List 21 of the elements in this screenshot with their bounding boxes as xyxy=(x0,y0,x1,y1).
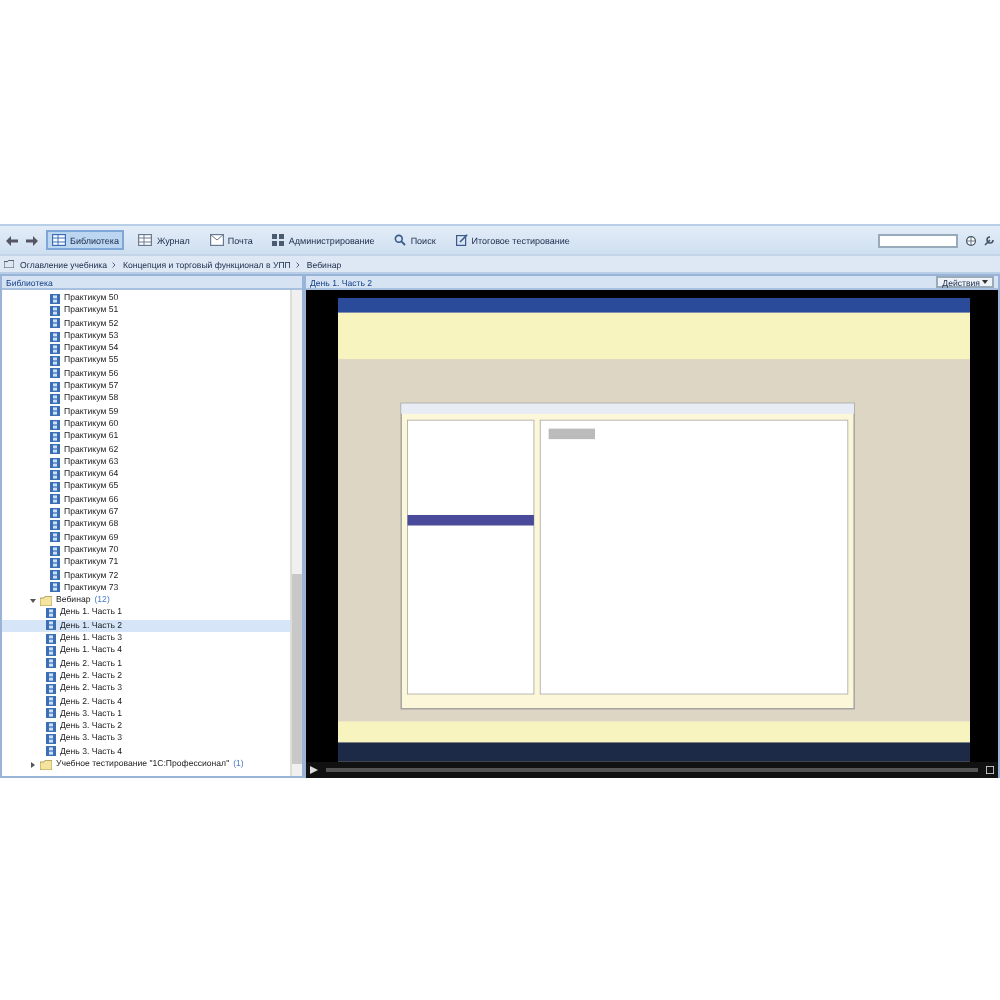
table-icon xyxy=(138,234,153,246)
scrollbar[interactable] xyxy=(290,290,302,776)
fullscreen-icon[interactable] xyxy=(986,765,994,774)
search-field[interactable] xyxy=(878,233,958,247)
collapsed-arrow-icon[interactable] xyxy=(30,761,36,768)
grid-icon xyxy=(272,234,285,246)
library-icon xyxy=(52,234,66,246)
play-icon[interactable] xyxy=(310,765,318,774)
wrench-icon[interactable] xyxy=(984,235,994,245)
mail-icon xyxy=(209,234,224,246)
edit-icon xyxy=(455,234,468,246)
folder-icon xyxy=(4,260,14,268)
search-icon xyxy=(394,234,407,246)
back-icon[interactable] xyxy=(6,235,18,245)
forward-icon[interactable] xyxy=(26,235,38,245)
folder-icon xyxy=(40,595,52,606)
folder-icon xyxy=(40,759,52,770)
globe-icon[interactable] xyxy=(966,235,976,245)
expanded-arrow-icon[interactable] xyxy=(30,597,36,604)
progress-track[interactable] xyxy=(326,767,978,772)
caret-icon xyxy=(982,280,988,284)
